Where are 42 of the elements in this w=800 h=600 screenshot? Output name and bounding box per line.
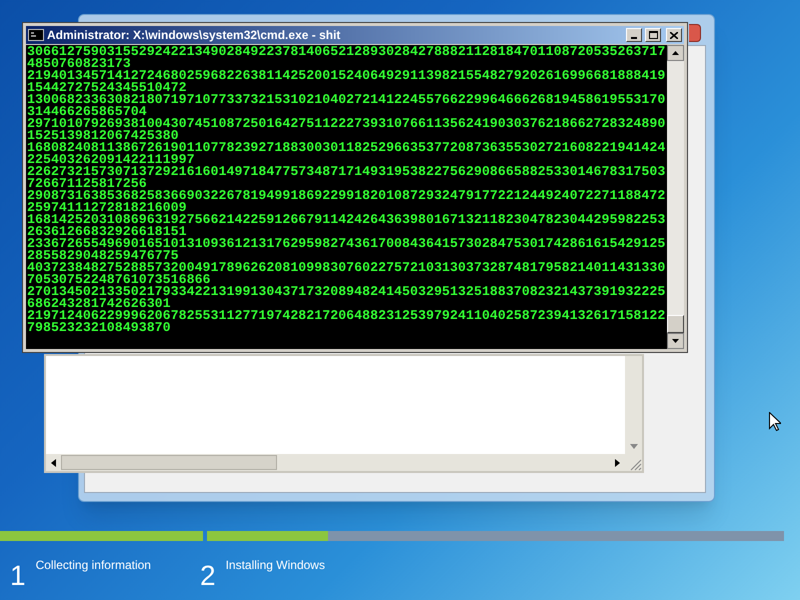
console-line: 26361266832926618151	[27, 226, 187, 238]
console-line: 686243281742626301	[27, 298, 171, 310]
maximize-button[interactable]	[645, 28, 661, 42]
console-line: 726671125817256	[27, 178, 147, 190]
console-line: 16814252031086963192756621422591266791142426436398016713211823047823044295982253	[27, 214, 666, 226]
console-line: 29710107926938100430745108725016427511222739310766113562419030376218662728324890	[27, 118, 666, 130]
step-number: 1	[10, 561, 26, 591]
step-label: Collecting information	[36, 557, 151, 573]
console-line: 27013450213350217933422131991304371732089482414503295132518837082321437391932225	[27, 286, 666, 298]
minimize-icon	[631, 37, 637, 39]
console-line: 29087316385368258366903226781949918692299182010872932479177221244924072271188472	[27, 190, 666, 202]
console-line: 225403262091422111997	[27, 154, 195, 166]
mouse-pointer-icon	[769, 412, 781, 431]
step-label: Installing Windows	[226, 557, 325, 573]
console-line: 314466265865704	[27, 106, 147, 118]
console-line: 16808240811386726190110778239271883003011825296635377208736355302721608221941424	[27, 142, 666, 154]
console-line: 2855829048259476775	[27, 250, 179, 262]
vertical-scrollbar[interactable]	[625, 356, 642, 454]
console-line: 30661275903155292422134902849223781406521289302842788821128184701108720535263717	[27, 46, 666, 58]
scroll-right-arrow-icon[interactable]	[615, 458, 620, 466]
console-line: 21940134571412724680259682263811425200152406492911398215548279202616996681888419	[27, 70, 666, 82]
scroll-left-arrow-icon[interactable]	[51, 458, 56, 466]
console-line: 798523232108493870	[27, 322, 172, 334]
vertical-scrollbar[interactable]	[667, 45, 684, 349]
console-line: 23367265549690165101310936121317629598274361700843641573028475301742861615429125	[27, 238, 666, 250]
console-line: 4850760823173	[27, 58, 131, 70]
window-title: Administrator: X:\windows\system32\cmd.exe - shit	[47, 27, 342, 44]
console-line: 1525139812067425380	[27, 130, 179, 142]
console-line: 22627321573071372921616014971847757348717149319538227562908665882533014678317503	[27, 166, 666, 178]
console-line: 40372384827528857320049178962620810998307602275721031303732874817958214011431330	[27, 262, 666, 274]
console-line: 13006823363082180719710773373215310210402721412245576622996466626819458619553170	[27, 94, 666, 106]
horizontal-scrollbar[interactable]	[46, 454, 625, 471]
minimize-button[interactable]	[626, 28, 642, 42]
console-icon	[28, 29, 44, 41]
console-line: 21971240622999620678255311277197428217206488231253979241104025872394132617158122	[27, 310, 666, 322]
close-icon	[670, 32, 678, 38]
maximize-icon	[648, 31, 658, 39]
scroll-thumb[interactable]	[61, 455, 277, 470]
console-line: 25974111272818216009	[27, 202, 187, 214]
step-number: 2	[200, 561, 216, 591]
console-line: 15442727524345510472	[27, 82, 187, 94]
console-line: 70530752248761073516866	[27, 274, 211, 286]
